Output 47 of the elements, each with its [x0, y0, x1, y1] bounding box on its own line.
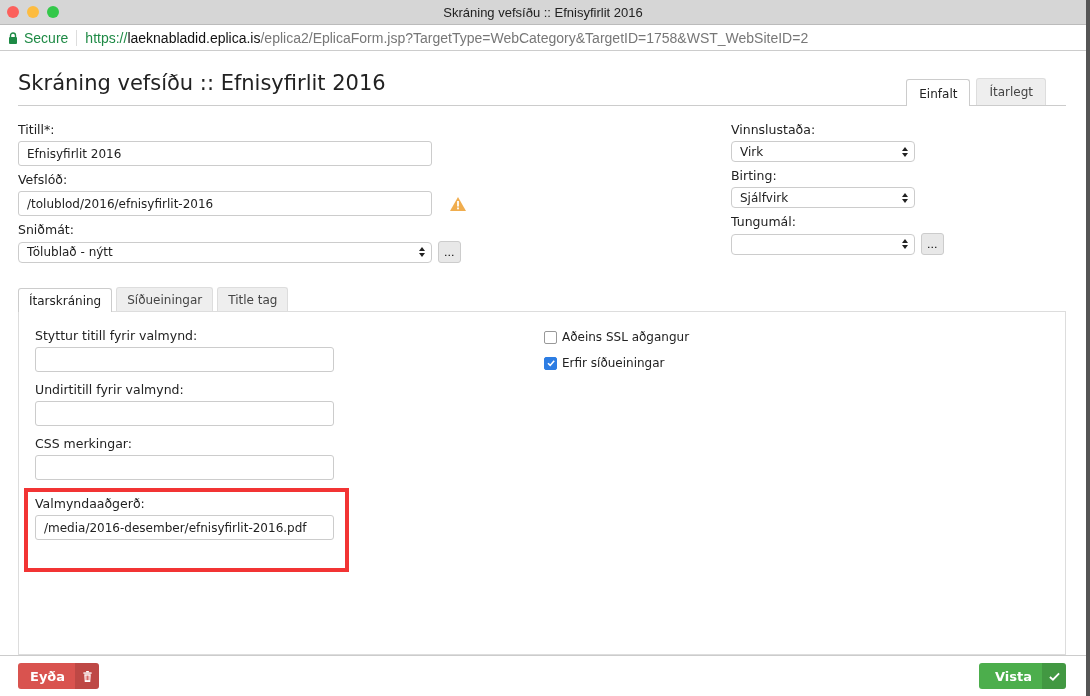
checkbox[interactable] — [544, 330, 557, 344]
delete-button[interactable]: Eyða — [18, 663, 100, 689]
field-label: CSS merkingar: — [35, 436, 133, 451]
field-label: Undirtitill fyrir valmynd: — [35, 382, 185, 397]
field-label: Titill*: — [18, 122, 56, 137]
trash-icon — [81, 670, 93, 682]
url-text: https://laeknabladid.eplica.is/eplica2/EplicaForm.jsp?TargetType=WebCategory&TargetID=1758&WST_WebSiteID=2 — [85, 29, 809, 46]
select-field[interactable] — [731, 233, 915, 255]
mode-tab[interactable]: Einfalt — [906, 79, 971, 106]
mode-tab[interactable]: Ítarlegt — [976, 78, 1046, 105]
field-label: Styttur titill fyrir valmynd: — [35, 328, 199, 343]
checkbox[interactable] — [544, 356, 557, 370]
field-label: Vefslóð: — [18, 172, 69, 187]
select-arrows-icon — [902, 146, 908, 157]
field-label: Sniðmát: — [18, 222, 75, 237]
field-label: Tungumál: — [731, 214, 797, 229]
section-tab[interactable]: Title tag — [217, 287, 289, 311]
checkbox-label: Erfir síðueiningar — [562, 356, 665, 370]
address-bar[interactable]: Secure https://laeknabladid.eplica.is/eplica2/EplicaForm.jsp?TargetType=WebCategory&TargetID=1758&WST_WebSiteID=2 — [0, 25, 1086, 51]
field-label: Vinnslustaða: — [731, 122, 817, 137]
select-field[interactable]: Sjálfvirk — [731, 187, 915, 208]
text-field[interactable]: Efnisyfirlit 2016 — [18, 141, 432, 166]
select-field[interactable]: Virk — [731, 141, 915, 162]
more-button[interactable]: ... — [921, 233, 944, 255]
more-button[interactable]: ... — [438, 241, 461, 263]
text-field[interactable]: /media/2016-desember/efnisyfirlit-2016.pdf — [35, 515, 334, 540]
secure-label: Secure — [24, 29, 69, 46]
select-arrows-icon — [902, 192, 908, 203]
field-label: Birting: — [731, 168, 778, 183]
section-tab[interactable]: Ítarskráning — [18, 288, 113, 312]
text-field[interactable]: /tolublod/2016/efnisyfirlit-2016 — [18, 191, 432, 216]
zoom-icon[interactable] — [47, 6, 59, 18]
text-field[interactable] — [35, 401, 334, 426]
text-field[interactable] — [35, 455, 334, 480]
select-arrows-icon — [902, 239, 908, 249]
checkbox-label: Aðeins SSL aðgangur — [562, 330, 690, 344]
close-icon[interactable] — [7, 6, 19, 18]
text-field[interactable] — [35, 347, 334, 372]
field-label: Valmyndaaðgerð: — [35, 496, 146, 511]
select-arrows-icon — [419, 247, 425, 257]
lock-icon — [8, 31, 18, 44]
window-title: Skráning vefsíðu :: Efnisyfirlit 2016 — [443, 4, 643, 20]
section-tab[interactable]: Síðueiningar — [116, 287, 214, 311]
page-heading: Skráning vefsíðu :: Efnisyfirlit 2016 — [18, 71, 386, 95]
select-field[interactable]: Tölublað - nýtt — [18, 241, 432, 263]
check-icon — [1048, 670, 1060, 682]
minimize-icon[interactable] — [27, 6, 39, 18]
